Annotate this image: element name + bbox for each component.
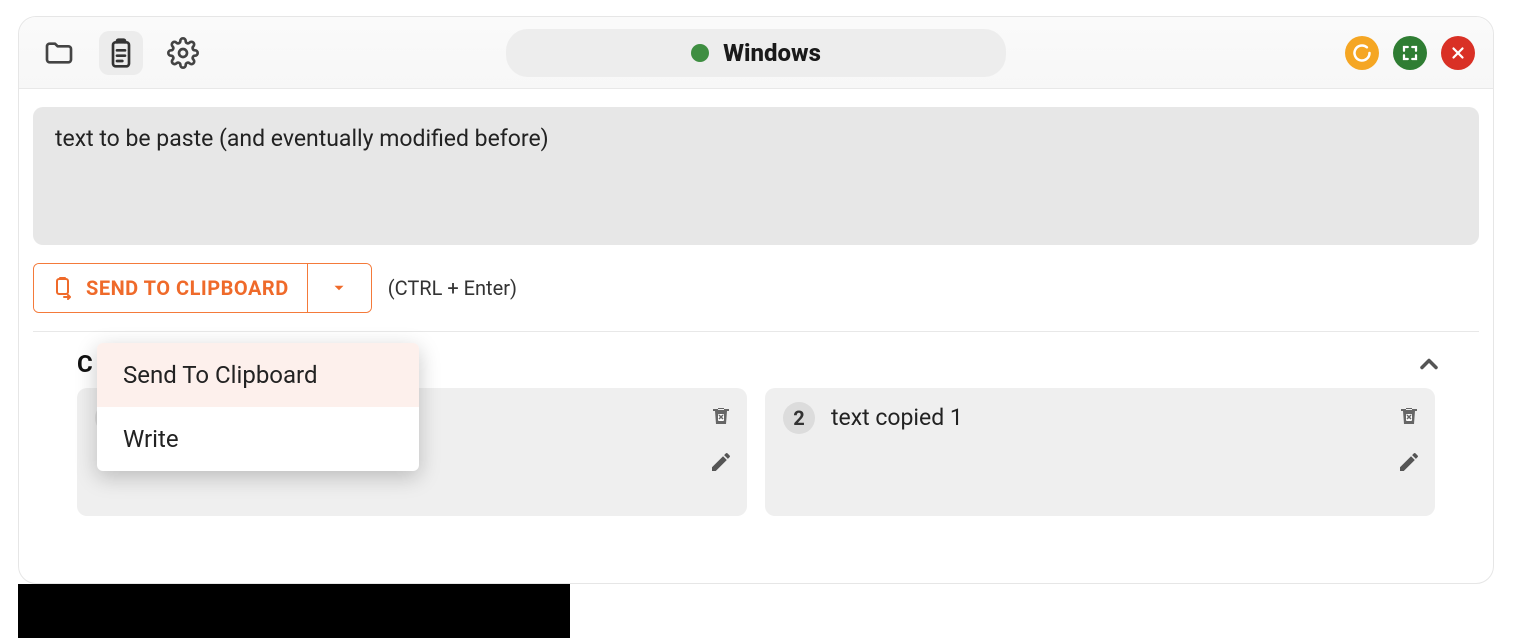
topbar: Windows [19, 17, 1493, 89]
send-mode-dropdown: Send To Clipboard Write [97, 343, 419, 471]
delete-card-button[interactable] [1395, 402, 1423, 430]
clipboard-list-icon [105, 37, 137, 69]
edit-card-button[interactable] [707, 448, 735, 476]
dropdown-item-send-to-clipboard[interactable]: Send To Clipboard [97, 343, 419, 407]
close-button[interactable] [1441, 36, 1475, 70]
fullscreen-button[interactable] [1393, 36, 1427, 70]
chevron-up-icon [1415, 350, 1443, 378]
send-button-label: SEND TO CLIPBOARD [86, 276, 289, 300]
shortcut-hint: (CTRL + Enter) [388, 276, 517, 300]
clipboard-view-button[interactable] [99, 31, 143, 75]
clipboard-send-icon [52, 276, 76, 300]
gear-icon [167, 37, 199, 69]
topbar-right [1345, 36, 1475, 70]
fullscreen-icon [1401, 44, 1419, 62]
action-row: SEND TO CLIPBOARD (CTRL + Enter) [33, 263, 1479, 332]
trash-icon [1397, 404, 1421, 428]
connection-title: Windows [723, 39, 821, 67]
app-window: Windows [18, 16, 1494, 584]
pencil-icon [709, 450, 733, 474]
reload-icon [1352, 43, 1372, 63]
dropdown-item-write[interactable]: Write [97, 407, 419, 471]
history-card[interactable]: 2 text copied 1 [765, 388, 1435, 516]
topbar-left [37, 31, 205, 75]
folder-icon [43, 37, 75, 69]
history-section-label: C [77, 350, 93, 378]
paste-textarea[interactable] [33, 107, 1479, 245]
history-card-text: text copied 1 [831, 402, 1379, 431]
history-card-index: 2 [783, 402, 815, 434]
settings-button[interactable] [161, 31, 205, 75]
send-dropdown-toggle[interactable] [307, 264, 371, 312]
send-split-button: SEND TO CLIPBOARD [33, 263, 372, 313]
folder-button[interactable] [37, 31, 81, 75]
reload-button[interactable] [1345, 36, 1379, 70]
history-card-actions [1395, 402, 1423, 476]
connection-pill[interactable]: Windows [506, 29, 1006, 77]
trash-icon [709, 404, 733, 428]
chevron-down-icon [330, 279, 348, 297]
close-icon [1449, 44, 1467, 62]
black-bar [18, 584, 570, 638]
delete-card-button[interactable] [707, 402, 735, 430]
send-to-clipboard-button[interactable]: SEND TO CLIPBOARD [34, 264, 307, 312]
status-dot-icon [691, 44, 709, 62]
edit-card-button[interactable] [1395, 448, 1423, 476]
history-card-actions [707, 402, 735, 476]
pencil-icon [1397, 450, 1421, 474]
collapse-section-button[interactable] [1415, 350, 1443, 378]
